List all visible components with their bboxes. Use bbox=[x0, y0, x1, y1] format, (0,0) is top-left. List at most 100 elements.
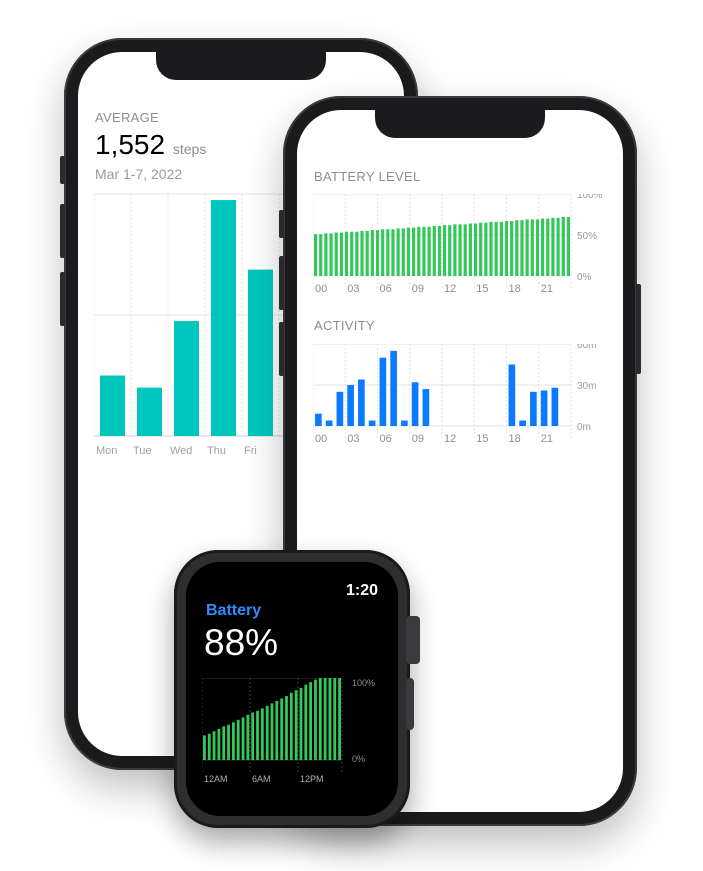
side-button[interactable] bbox=[406, 678, 414, 730]
battery-bar bbox=[313, 234, 318, 276]
volume-up-button[interactable] bbox=[279, 256, 284, 310]
battery-bar bbox=[535, 219, 540, 276]
watch-bar bbox=[280, 698, 284, 760]
battery-bar bbox=[448, 225, 452, 276]
watch-bar bbox=[309, 682, 313, 760]
date-range: Mar 1-7, 2022 bbox=[95, 166, 183, 182]
battery-bar bbox=[386, 229, 390, 276]
watch-x-label: 12PM bbox=[300, 774, 324, 784]
battery-bar bbox=[515, 220, 519, 276]
steps-x-label: Mon bbox=[96, 445, 117, 457]
battery-bar bbox=[530, 219, 534, 276]
battery-bar bbox=[391, 229, 395, 276]
watch-bar bbox=[203, 735, 206, 760]
activity-x-label: 21 bbox=[541, 433, 553, 445]
apple-watch: 1:20 Battery 88% 100% 0% 12AM 6AM 12PM bbox=[174, 550, 420, 828]
digital-crown[interactable] bbox=[406, 616, 420, 664]
activity-bar bbox=[325, 420, 333, 426]
battery-x-label: 21 bbox=[541, 283, 553, 295]
activity-y-label: 30m bbox=[577, 381, 596, 392]
activity-x-label: 12 bbox=[444, 433, 456, 445]
battery-y-label: 0% bbox=[577, 272, 592, 283]
battery-bar bbox=[541, 218, 545, 276]
average-steps-number: 1,552 bbox=[95, 129, 166, 160]
volume-down-button[interactable] bbox=[279, 322, 284, 376]
battery-bar bbox=[510, 221, 514, 276]
steps-bar bbox=[100, 375, 125, 436]
battery-bar bbox=[504, 221, 509, 276]
mute-switch bbox=[279, 210, 284, 238]
watch-battery-title: Battery bbox=[206, 602, 262, 619]
battery-x-label: 15 bbox=[476, 283, 488, 295]
steps-bar bbox=[137, 387, 162, 436]
watch-bar bbox=[227, 724, 230, 760]
battery-x-label: 12 bbox=[444, 283, 456, 295]
watch-bar bbox=[256, 710, 259, 760]
watch-bar bbox=[299, 687, 303, 760]
battery-bar bbox=[334, 232, 338, 276]
battery-bar bbox=[499, 221, 503, 276]
battery-bar bbox=[432, 225, 436, 276]
watch-bar bbox=[231, 722, 235, 760]
activity-bar bbox=[530, 391, 537, 426]
watch-bar bbox=[318, 678, 322, 760]
activity-x-label: 18 bbox=[509, 433, 521, 445]
battery-bar bbox=[468, 223, 472, 276]
watch-bar bbox=[338, 678, 341, 760]
volume-up-button[interactable] bbox=[60, 204, 65, 258]
battery-bar bbox=[355, 231, 359, 276]
battery-bar bbox=[489, 221, 493, 276]
battery-bar bbox=[520, 220, 524, 276]
watch-bar bbox=[212, 731, 216, 760]
activity-x-label: 06 bbox=[380, 433, 392, 445]
activity-bar bbox=[519, 420, 526, 426]
watch-bar bbox=[217, 728, 221, 760]
battery-bar bbox=[329, 233, 333, 276]
activity-bar bbox=[422, 389, 430, 426]
phone-notch bbox=[156, 52, 326, 80]
battery-bar bbox=[473, 223, 478, 276]
watch-bar bbox=[260, 708, 264, 760]
battery-bar bbox=[442, 225, 447, 276]
watch-bar bbox=[241, 717, 245, 760]
activity-bar bbox=[390, 350, 397, 426]
battery-bar bbox=[350, 231, 354, 276]
activity-y-label: 60m bbox=[577, 344, 596, 351]
battery-x-label: 06 bbox=[380, 283, 392, 295]
watch-bar bbox=[207, 733, 211, 760]
steps-bar bbox=[248, 269, 273, 436]
battery-x-label: 18 bbox=[509, 283, 521, 295]
activity-x-label: 03 bbox=[347, 433, 359, 445]
steps-x-label: Thu bbox=[207, 445, 226, 457]
activity-bar bbox=[379, 357, 387, 426]
battery-bar bbox=[365, 230, 369, 276]
activity-bar bbox=[551, 387, 559, 426]
steps-x-label: Tue bbox=[133, 445, 152, 457]
battery-bar bbox=[344, 231, 349, 276]
watch-time: 1:20 bbox=[345, 582, 378, 599]
battery-bar bbox=[463, 224, 467, 276]
battery-bar bbox=[453, 224, 457, 276]
battery-bar bbox=[422, 226, 426, 276]
battery-bar bbox=[551, 217, 555, 276]
watch-bar bbox=[270, 703, 274, 760]
steps-x-label: Wed bbox=[170, 445, 192, 457]
watch-bar bbox=[289, 692, 293, 760]
battery-bar bbox=[360, 230, 364, 276]
watch-bar bbox=[246, 714, 250, 760]
watch-x-label: 12AM bbox=[204, 774, 228, 784]
volume-down-button[interactable] bbox=[60, 272, 65, 326]
activity-title: ACTIVITY bbox=[314, 318, 375, 333]
average-label: AVERAGE bbox=[95, 110, 159, 125]
power-button[interactable] bbox=[636, 284, 641, 374]
watch-bar bbox=[333, 678, 337, 760]
battery-y-label: 100% bbox=[577, 194, 603, 201]
steps-unit: steps bbox=[172, 141, 207, 157]
watch-y-label: 0% bbox=[352, 754, 365, 764]
battery-level-title: BATTERY LEVEL bbox=[314, 169, 421, 184]
battery-bar bbox=[401, 228, 405, 276]
steps-bar bbox=[211, 200, 236, 436]
watch-bar bbox=[314, 679, 317, 760]
battery-bar bbox=[556, 217, 560, 276]
battery-y-label: 50% bbox=[577, 231, 597, 242]
